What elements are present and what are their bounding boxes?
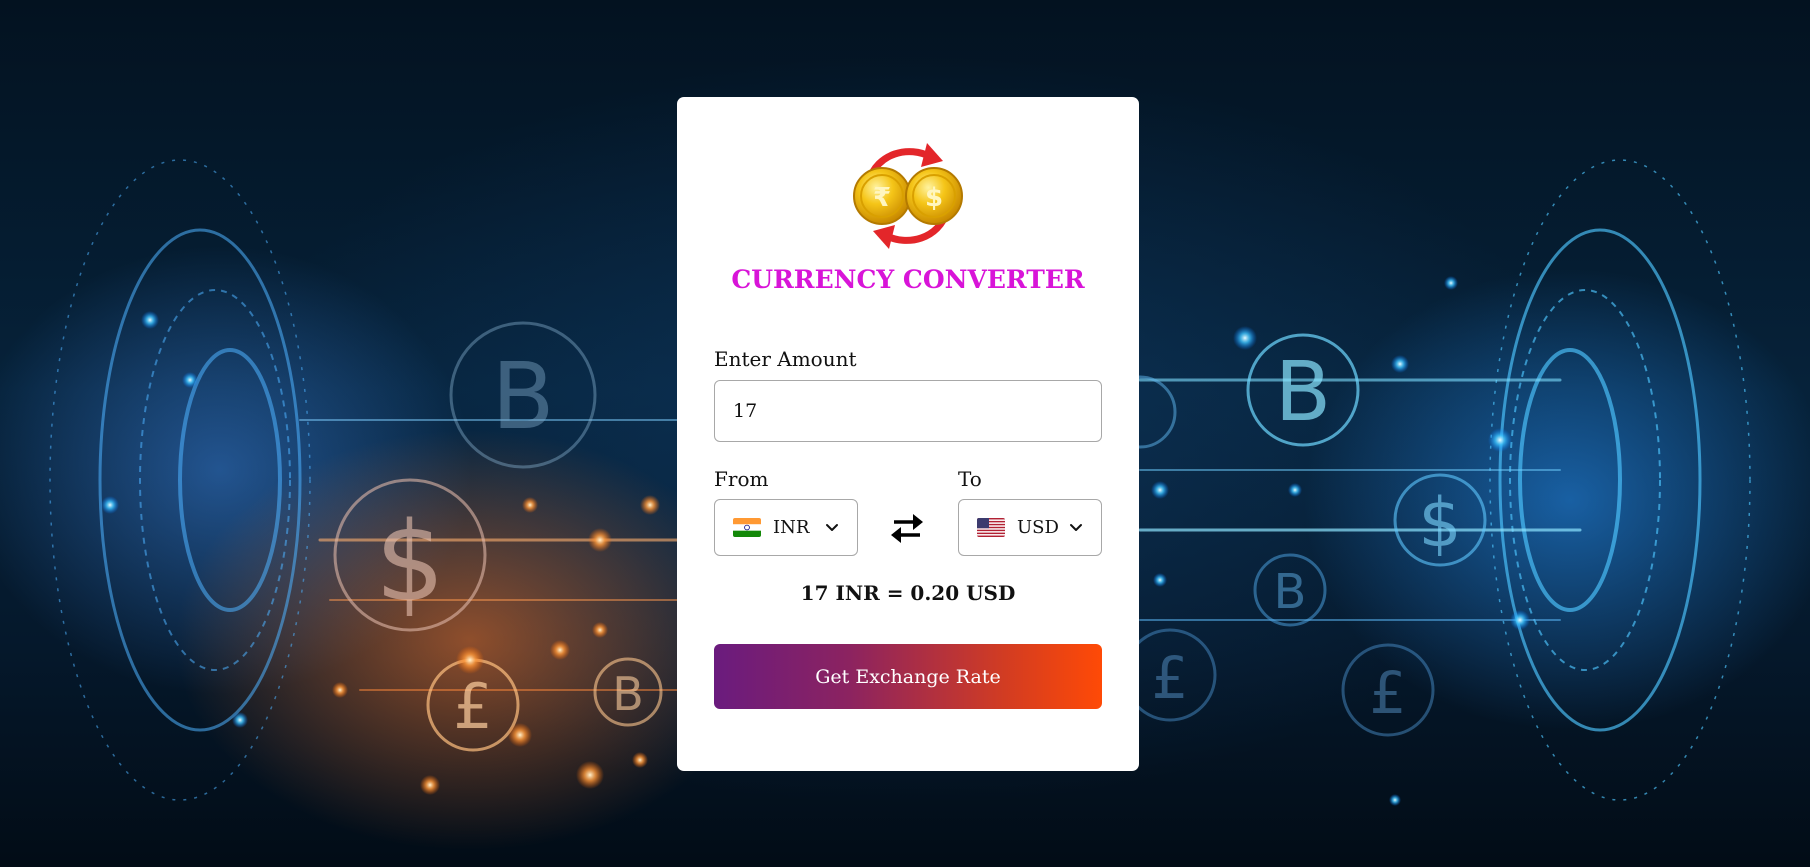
to-currency-code: USD xyxy=(1017,517,1059,538)
app-title: CURRENCY CONVERTER xyxy=(731,265,1085,294)
svg-text:£: £ xyxy=(1370,659,1407,727)
amount-input[interactable] xyxy=(714,380,1102,442)
chevron-down-icon xyxy=(826,523,838,531)
svg-text:₹: ₹ xyxy=(873,183,891,213)
svg-text:$: $ xyxy=(375,498,445,626)
from-label: From xyxy=(714,467,769,491)
svg-text:£: £ xyxy=(453,670,492,743)
from-currency-code: INR xyxy=(773,517,810,538)
svg-text:B: B xyxy=(491,343,554,450)
svg-text:$: $ xyxy=(1418,484,1461,563)
to-label: To xyxy=(958,467,982,491)
svg-text:$: $ xyxy=(925,183,943,213)
svg-text:B: B xyxy=(612,667,644,721)
india-flag-icon xyxy=(733,518,761,537)
svg-text:£: £ xyxy=(1152,644,1189,712)
from-currency-select[interactable]: INR xyxy=(714,499,858,556)
svg-text:B: B xyxy=(1274,564,1307,620)
usa-flag-icon xyxy=(977,518,1005,537)
conversion-result: 17 INR = 0.20 USD xyxy=(800,581,1016,605)
currency-exchange-coins-icon: ₹ $ xyxy=(853,143,963,249)
chevron-down-icon xyxy=(1070,523,1082,531)
get-exchange-rate-button[interactable]: Get Exchange Rate xyxy=(714,644,1102,709)
converter-card: ₹ $ CURRENCY CONVERTER Enter Amount From… xyxy=(677,97,1139,771)
amount-label: Enter Amount xyxy=(714,347,857,371)
to-currency-select[interactable]: USD xyxy=(958,499,1102,556)
swap-arrows-icon[interactable] xyxy=(888,511,926,545)
svg-text:B: B xyxy=(1275,345,1331,440)
